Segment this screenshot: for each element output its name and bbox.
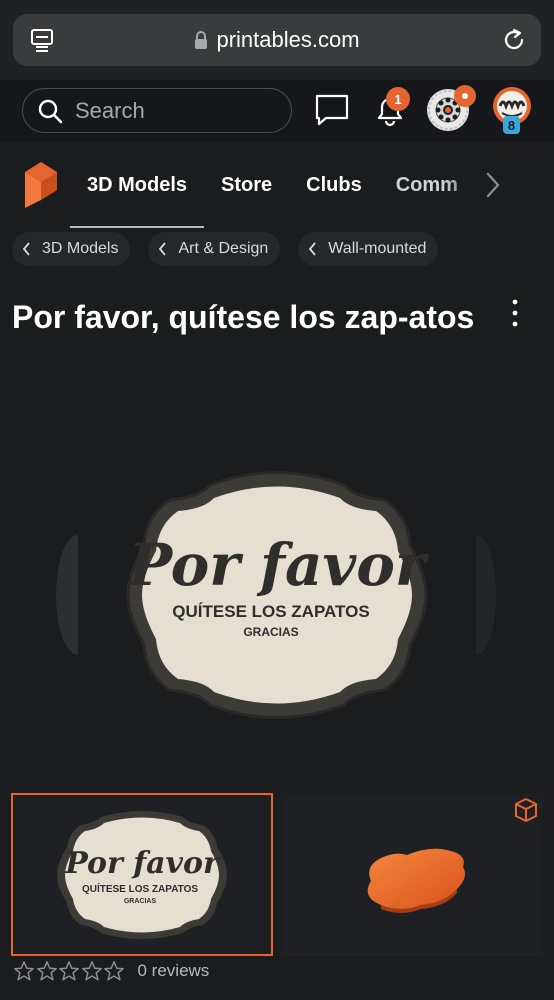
breadcrumb: 3D Models Art & Design Wall-mounted	[12, 232, 439, 266]
star-icon	[36, 961, 57, 981]
rating-summary[interactable]: 0 reviews	[13, 960, 209, 982]
search-icon	[38, 99, 63, 123]
breadcrumb-art-design[interactable]: Art & Design	[148, 232, 281, 266]
reload-icon[interactable]	[501, 27, 527, 53]
page-title: Por favor, quítese los zap-atos	[12, 299, 475, 335]
notification-badge: 1	[386, 87, 410, 111]
star-icon	[104, 961, 124, 981]
browser-toolbar: printables.com	[0, 0, 554, 80]
breadcrumb-3d-models[interactable]: 3D Models	[12, 232, 131, 266]
nav-item-clubs[interactable]: Clubs	[289, 142, 379, 228]
printables-logo[interactable]	[21, 160, 59, 210]
sign-script-text: Por favor	[127, 531, 430, 599]
review-count: 0 reviews	[137, 961, 210, 980]
nav-item-3d-models[interactable]: 3D Models	[70, 142, 205, 228]
model-main-image[interactable]: Por favor QUÍTESE LOS ZAPATOS GRACIAS	[0, 405, 554, 780]
address-bar[interactable]: printables.com	[13, 14, 541, 66]
sign-small-text: GRACIAS	[243, 625, 298, 639]
avatar[interactable]: 8	[490, 86, 534, 136]
chat-icon[interactable]	[314, 92, 350, 128]
lock-icon	[195, 31, 208, 49]
nav-items: 3D Models Store Clubs Comm	[70, 142, 461, 228]
thumb-small-text: GRACIAS	[124, 898, 157, 905]
cube-icon[interactable]	[513, 797, 539, 823]
thumbnail-3d-preview[interactable]	[281, 793, 543, 956]
url-text: printables.com	[216, 27, 360, 52]
breadcrumb-label: Wall-mounted	[328, 240, 427, 257]
thumbnail-sign: Por favor QUÍTESE LOS ZAPATOS GRACIAS	[57, 811, 227, 939]
thumbnail-image-selected[interactable]: Por favor QUÍTESE LOS ZAPATOS GRACIAS	[11, 793, 273, 956]
notifications-button[interactable]: 1	[370, 87, 410, 130]
spool-badge	[454, 85, 476, 107]
breadcrumb-label: Art & Design	[178, 240, 269, 257]
site-header: Search 1 8	[0, 80, 554, 142]
nav-item-store[interactable]: Store	[204, 142, 289, 228]
spool-menu[interactable]	[424, 85, 476, 134]
main-nav: 3D Models Store Clubs Comm	[0, 142, 554, 228]
sign-line-text: QUÍTESE LOS ZAPATOS	[172, 602, 369, 621]
breadcrumb-wall-mounted[interactable]: Wall-mounted	[298, 232, 439, 266]
chevron-right-icon[interactable]	[482, 170, 504, 200]
level-badge: 8	[503, 116, 520, 134]
nav-fade	[445, 142, 485, 228]
thumb-line-text: QUÍTESE LOS ZAPATOS	[82, 882, 198, 895]
search-input[interactable]: Search	[22, 88, 292, 133]
thumbnail-3d-shape	[367, 848, 465, 913]
star-icon	[59, 961, 79, 981]
chevron-left-icon	[159, 242, 167, 256]
chevron-left-icon	[309, 242, 316, 256]
star-icon	[14, 961, 34, 981]
thumb-script-text: Por favor	[64, 846, 221, 881]
chevron-left-icon	[22, 242, 30, 256]
more-options-icon[interactable]	[502, 296, 528, 330]
breadcrumb-label: 3D Models	[42, 240, 119, 257]
sign-illustration: Por favor QUÍTESE LOS ZAPATOS GRACIAS	[56, 465, 496, 735]
star-icon	[81, 961, 102, 981]
search-placeholder: Search	[75, 97, 145, 123]
